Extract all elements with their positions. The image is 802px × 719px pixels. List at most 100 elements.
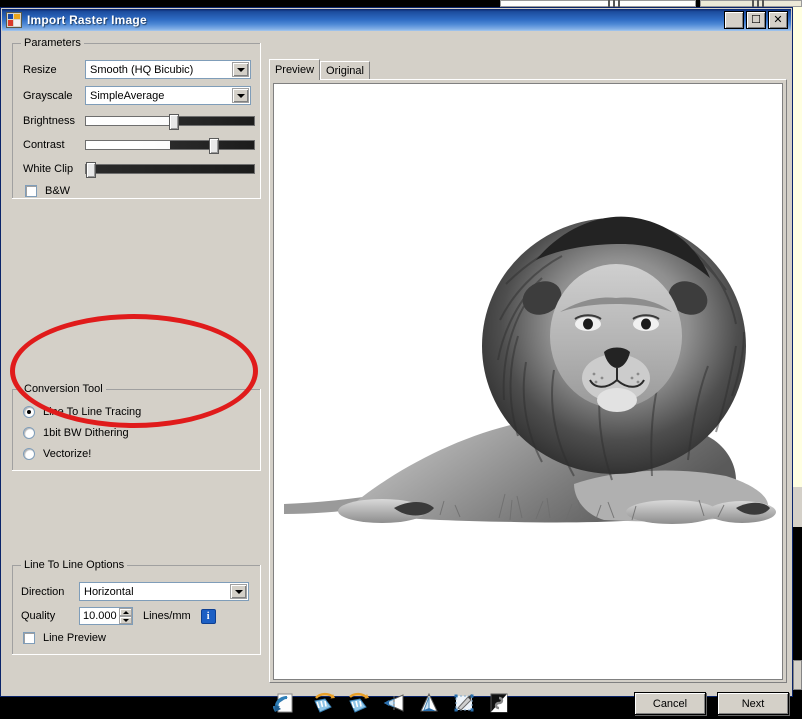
brightness-label: Brightness xyxy=(23,115,75,127)
crop-icon[interactable] xyxy=(449,689,479,717)
contrast-thumb[interactable] xyxy=(209,138,219,154)
resize-label: Resize xyxy=(23,63,57,76)
radio-icon-selected[interactable] xyxy=(23,406,35,418)
window-title: Import Raster Image xyxy=(27,13,147,27)
flip-vertical-icon[interactable] xyxy=(414,689,444,717)
white-clip-label: White Clip xyxy=(23,163,74,175)
line-preview-checkbox[interactable] xyxy=(23,632,35,644)
next-button[interactable]: Next xyxy=(717,692,789,715)
background-tick xyxy=(608,0,610,7)
white-clip-track xyxy=(85,164,255,174)
line-to-line-options-group: Line To Line Options Direction Horizonta… xyxy=(12,559,261,655)
quality-units-label: Lines/mm xyxy=(143,610,191,622)
left-panel: Parameters Resize Smooth (HQ Bicubic) Gr… xyxy=(12,37,261,655)
cancel-button[interactable]: Cancel xyxy=(634,692,706,715)
direction-row: Direction Horizontal xyxy=(21,582,253,601)
grayscale-dropdown[interactable]: SimpleAverage xyxy=(85,86,251,105)
chevron-down-icon[interactable] xyxy=(232,88,249,103)
direction-dropdown[interactable]: Horizontal xyxy=(79,582,249,601)
radio-line-to-line-tracing[interactable]: Line To Line Tracing xyxy=(23,406,141,418)
info-icon[interactable]: i xyxy=(200,608,216,624)
flip-horizontal-icon[interactable] xyxy=(379,689,409,717)
quality-value: 10.000 xyxy=(83,610,117,622)
white-clip-slider[interactable] xyxy=(85,162,255,178)
quality-label: Quality xyxy=(21,610,56,622)
line-preview-checkbox-row[interactable]: Line Preview xyxy=(23,632,106,644)
direction-label: Direction xyxy=(21,585,65,598)
background-tick xyxy=(757,0,759,7)
conversion-tool-group: Conversion Tool Line To Line Tracing 1bi… xyxy=(12,383,261,471)
background-tick xyxy=(613,0,615,7)
minimize-button[interactable]: _ xyxy=(724,11,744,29)
resize-value: Smooth (HQ Bicubic) xyxy=(90,63,194,76)
background-panel-right xyxy=(793,7,802,487)
background-window-b xyxy=(700,0,802,7)
bw-checkbox-row[interactable]: B&W xyxy=(25,185,70,197)
white-clip-row: White Clip xyxy=(23,162,255,178)
app-raster-icon xyxy=(6,12,22,28)
quality-row: Quality 10.000 Lines/mm i xyxy=(21,607,216,625)
quality-stepper[interactable]: 10.000 xyxy=(79,607,133,625)
radio-icon[interactable] xyxy=(23,427,35,439)
brightness-thumb[interactable] xyxy=(169,114,179,130)
rotate-left-icon[interactable] xyxy=(309,689,339,717)
grayscale-value: SimpleAverage xyxy=(90,89,165,102)
minimize-icon: _ xyxy=(730,14,738,30)
rotate-right-icon[interactable] xyxy=(344,689,374,717)
background-button-right xyxy=(793,660,802,690)
background-tick xyxy=(752,0,754,7)
dialog-body: Parameters Resize Smooth (HQ Bicubic) Gr… xyxy=(2,31,791,715)
white-clip-thumb[interactable] xyxy=(86,162,96,178)
radio-icon[interactable] xyxy=(23,448,35,460)
preview-tab-page xyxy=(269,79,787,683)
brightness-slider[interactable] xyxy=(85,114,255,130)
line-to-line-options-legend: Line To Line Options xyxy=(21,559,128,571)
close-icon: ✕ xyxy=(773,14,783,26)
radio-vectorize[interactable]: Vectorize! xyxy=(23,448,91,460)
chevron-down-icon[interactable] xyxy=(232,62,249,77)
bw-checkbox[interactable] xyxy=(25,185,37,197)
maximize-button[interactable]: ☐ xyxy=(746,11,766,29)
tab-original[interactable]: Original xyxy=(320,61,370,80)
parameters-legend: Parameters xyxy=(21,37,84,49)
background-panel-right-gray xyxy=(793,487,802,527)
invert-icon[interactable] xyxy=(484,689,514,717)
preview-tabstrip: Preview Original xyxy=(269,59,787,80)
undo-icon[interactable] xyxy=(269,689,299,717)
conversion-tool-legend: Conversion Tool xyxy=(21,383,106,395)
info-icon-glyph: i xyxy=(206,610,210,622)
background-tick xyxy=(762,0,764,7)
spin-down-icon[interactable] xyxy=(119,616,132,624)
radio-label-1bit-bw-dithering: 1bit BW Dithering xyxy=(43,427,129,439)
resize-row: Resize Smooth (HQ Bicubic) xyxy=(23,60,251,79)
preview-image-frame[interactable] xyxy=(273,83,783,680)
spin-up-icon[interactable] xyxy=(119,608,132,616)
screen: Import Raster Image _ ☐ ✕ Parameters Res… xyxy=(0,0,802,715)
radio-1bit-bw-dithering[interactable]: 1bit BW Dithering xyxy=(23,427,129,439)
close-button[interactable]: ✕ xyxy=(768,11,788,29)
chevron-down-icon[interactable] xyxy=(230,584,247,599)
direction-value: Horizontal xyxy=(84,585,134,598)
resize-dropdown[interactable]: Smooth (HQ Bicubic) xyxy=(85,60,251,79)
contrast-slider[interactable] xyxy=(85,138,255,154)
cancel-button-label: Cancel xyxy=(652,697,688,710)
quality-spin-buttons[interactable] xyxy=(119,608,132,624)
radio-label-vectorize: Vectorize! xyxy=(43,448,92,460)
tab-preview-label: Preview xyxy=(274,64,315,76)
parameters-group: Parameters Resize Smooth (HQ Bicubic) Gr… xyxy=(12,37,261,199)
lion-preview-image xyxy=(274,84,782,679)
contrast-label: Contrast xyxy=(23,139,65,151)
tab-original-label: Original xyxy=(326,65,364,77)
background-window-a xyxy=(500,0,696,7)
image-toolbar: Cancel Next xyxy=(269,689,789,719)
maximize-icon: ☐ xyxy=(751,14,761,26)
title-bar[interactable]: Import Raster Image _ ☐ ✕ xyxy=(2,9,791,31)
contrast-row: Contrast xyxy=(23,138,255,154)
bw-label: B&W xyxy=(45,185,71,197)
tab-preview[interactable]: Preview xyxy=(269,59,320,80)
grayscale-label: Grayscale xyxy=(23,89,73,102)
radio-label-line-to-line-tracing: Line To Line Tracing xyxy=(43,406,142,418)
brightness-row: Brightness xyxy=(23,114,255,130)
window-controls: _ ☐ ✕ xyxy=(724,11,788,29)
contrast-track xyxy=(85,140,255,150)
